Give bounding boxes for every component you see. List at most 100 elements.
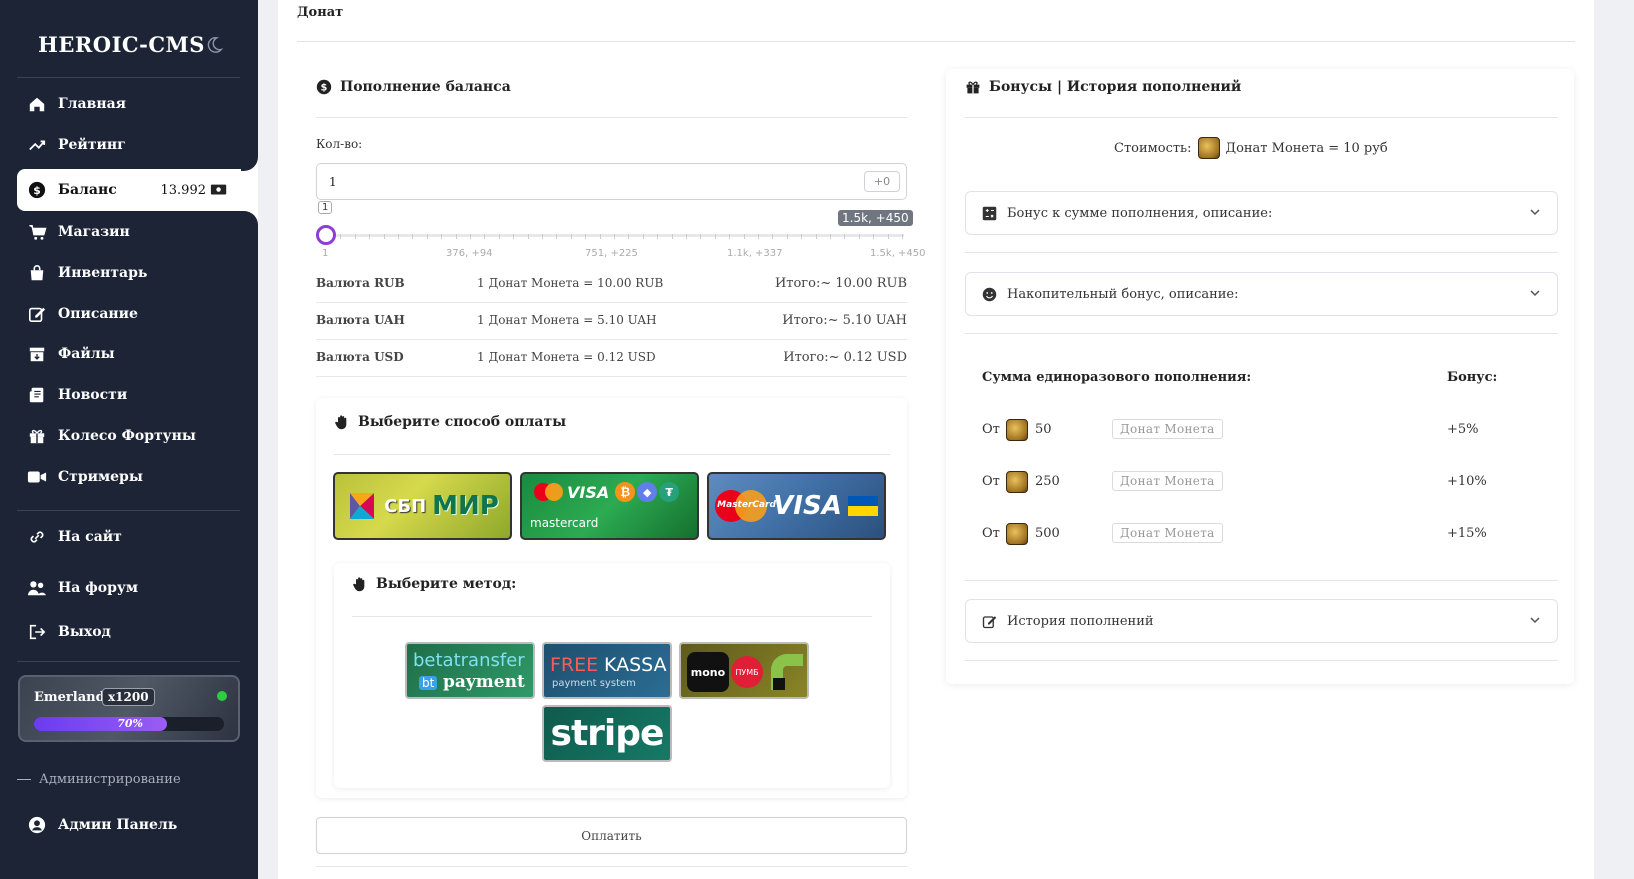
section-divider [965, 580, 1558, 581]
slider-max-tip: 1.5k, +450 [838, 210, 913, 226]
bonus-row: От 50 Донат Монета +5% [982, 416, 1542, 446]
sidebar-divider [17, 510, 240, 511]
sidebar-item-shop[interactable]: Магазин [17, 212, 258, 252]
method-freekassa[interactable]: FREE KASSA payment system [542, 642, 672, 699]
moon-icon[interactable] [205, 36, 223, 54]
mono-logo-icon: mono [687, 652, 729, 692]
sidebar-item-label: Магазин [58, 224, 130, 240]
sidebar-item-site[interactable]: На сайт [17, 517, 258, 557]
pay-way-mastercard-visa[interactable]: MasterCard VISA [707, 472, 886, 540]
slider-tick [686, 234, 687, 239]
slider-tick [873, 234, 875, 239]
method-mono-pumb[interactable]: mono ПУМБ [679, 642, 809, 699]
admin-section-label: Администрирование [17, 772, 181, 787]
accordion-history[interactable]: История пополнений [965, 599, 1558, 643]
sidebar-item-forum[interactable]: На форум [17, 568, 258, 608]
sidebar-divider [17, 661, 240, 662]
sidebar-item-description[interactable]: Описание [17, 294, 258, 334]
slider-tick [441, 234, 443, 239]
sidebar-item-admin-panel[interactable]: Админ Панель [17, 805, 258, 845]
sidebar-item-streamers[interactable]: Стримеры [17, 457, 258, 497]
slider-tick-label: 376, +94 [446, 248, 493, 259]
sidebar-item-news[interactable]: Новости [17, 375, 258, 415]
sidebar-item-label: Колесо Фортуны [58, 428, 196, 444]
users-icon [27, 578, 47, 598]
server-card[interactable]: Emerland x1200 70% [18, 675, 240, 742]
slider-tick [585, 234, 587, 239]
slider-tick [470, 234, 471, 239]
pay-way-sbp-mir[interactable]: СБП МИР [333, 472, 512, 540]
slider-tick [513, 234, 515, 239]
title-divider [297, 41, 1575, 42]
sidebar-item-inventory[interactable]: Инвентарь [17, 253, 258, 293]
calculator-icon [982, 206, 997, 220]
bonus-row: От 250 Донат Монета +10% [982, 468, 1542, 498]
bonus-col-bonus: Бонус: [1447, 370, 1498, 385]
mastercard-logo-icon: MasterCard [715, 490, 776, 522]
qty-input[interactable] [316, 163, 907, 200]
slider-tick [570, 234, 572, 239]
section-divider [965, 333, 1558, 334]
slider-tick [642, 234, 644, 239]
cost-label: Стоимость: [1114, 140, 1192, 156]
accordion-label: История пополнений [1007, 613, 1154, 629]
sidebar-item-logout[interactable]: Выход [17, 612, 258, 652]
section-divider [352, 616, 872, 617]
cost-value: Донат Монета = 10 руб [1225, 140, 1388, 156]
currency-row-usd: Валюта USD 1 Донат Монета = 0.12 USD Ито… [316, 340, 907, 377]
gift-icon [966, 81, 980, 94]
sidebar-item-fortune[interactable]: Колесо Фортуны [17, 416, 258, 456]
currency-badge: Донат Монета [1112, 523, 1223, 543]
qty-label: Кол-во: [316, 137, 363, 151]
server-progress: 70% [34, 717, 224, 731]
svg-text:$: $ [33, 184, 41, 197]
sidebar-item-files[interactable]: Файлы [17, 334, 258, 374]
accordion-sum-bonus[interactable]: Бонус к сумме пополнения, описание: [965, 191, 1558, 235]
slider-tick [700, 234, 702, 239]
slider-tick [527, 234, 529, 239]
slider-tick [786, 234, 788, 239]
logout-icon [27, 622, 47, 642]
qty-slider-handle[interactable] [316, 225, 336, 245]
method-betatransfer[interactable]: betatransfer bt payment [405, 642, 535, 699]
sidebar-item-home[interactable]: Главная [17, 84, 258, 124]
page-title: Донат [297, 5, 344, 20]
pumb-logo-icon: ПУМБ [731, 656, 763, 688]
slider-tick [772, 234, 774, 239]
coin-icon [1006, 419, 1028, 441]
method-stripe[interactable]: stripe [542, 705, 672, 762]
slider-tick [887, 234, 889, 239]
cart-icon [27, 222, 47, 242]
box-icon [27, 344, 47, 364]
arrow-logo-icon [771, 654, 803, 690]
server-progress-fill: 70% [34, 717, 167, 731]
slider-tick [599, 234, 601, 239]
mastercard-label: mastercard [530, 516, 599, 530]
sidebar-item-label: Выход [58, 624, 111, 640]
sidebar-item-balance[interactable]: $ Баланс 13.992 [17, 169, 258, 211]
sbp-logo-icon [350, 493, 375, 519]
link-icon [27, 527, 47, 547]
edit-icon [982, 615, 997, 628]
currency-row-rub: Валюта RUB 1 Донат Монета = 10.00 RUB Ит… [316, 266, 907, 303]
sidebar-item-rating[interactable]: Рейтинг [17, 125, 258, 165]
pay-way-visa-crypto[interactable]: VISA ₿ ◆ ₮ mastercard [520, 472, 699, 540]
sidebar-item-label: Стримеры [58, 469, 143, 485]
accordion-cumulative-bonus[interactable]: Накопительный бонус, описание: [965, 272, 1558, 316]
chevron-down-icon [1530, 617, 1540, 624]
pay-button[interactable]: Оплатить [316, 817, 907, 854]
bonus-chip: +0 [864, 171, 900, 192]
slider-tick [455, 234, 457, 239]
slider-tick [815, 234, 817, 239]
user-circle-icon [27, 815, 47, 835]
home-icon [27, 94, 47, 114]
slider-tick [556, 234, 558, 239]
slider-tick [340, 234, 342, 239]
online-dot-icon [217, 691, 227, 701]
slider-tick [398, 234, 399, 239]
brand-logo[interactable]: HEROIC-CMS [38, 32, 205, 57]
slider-tick [844, 234, 846, 239]
chevron-down-icon [1530, 290, 1540, 297]
slider-value-tip: 1 [318, 201, 333, 214]
visa-label: VISA [567, 482, 610, 502]
